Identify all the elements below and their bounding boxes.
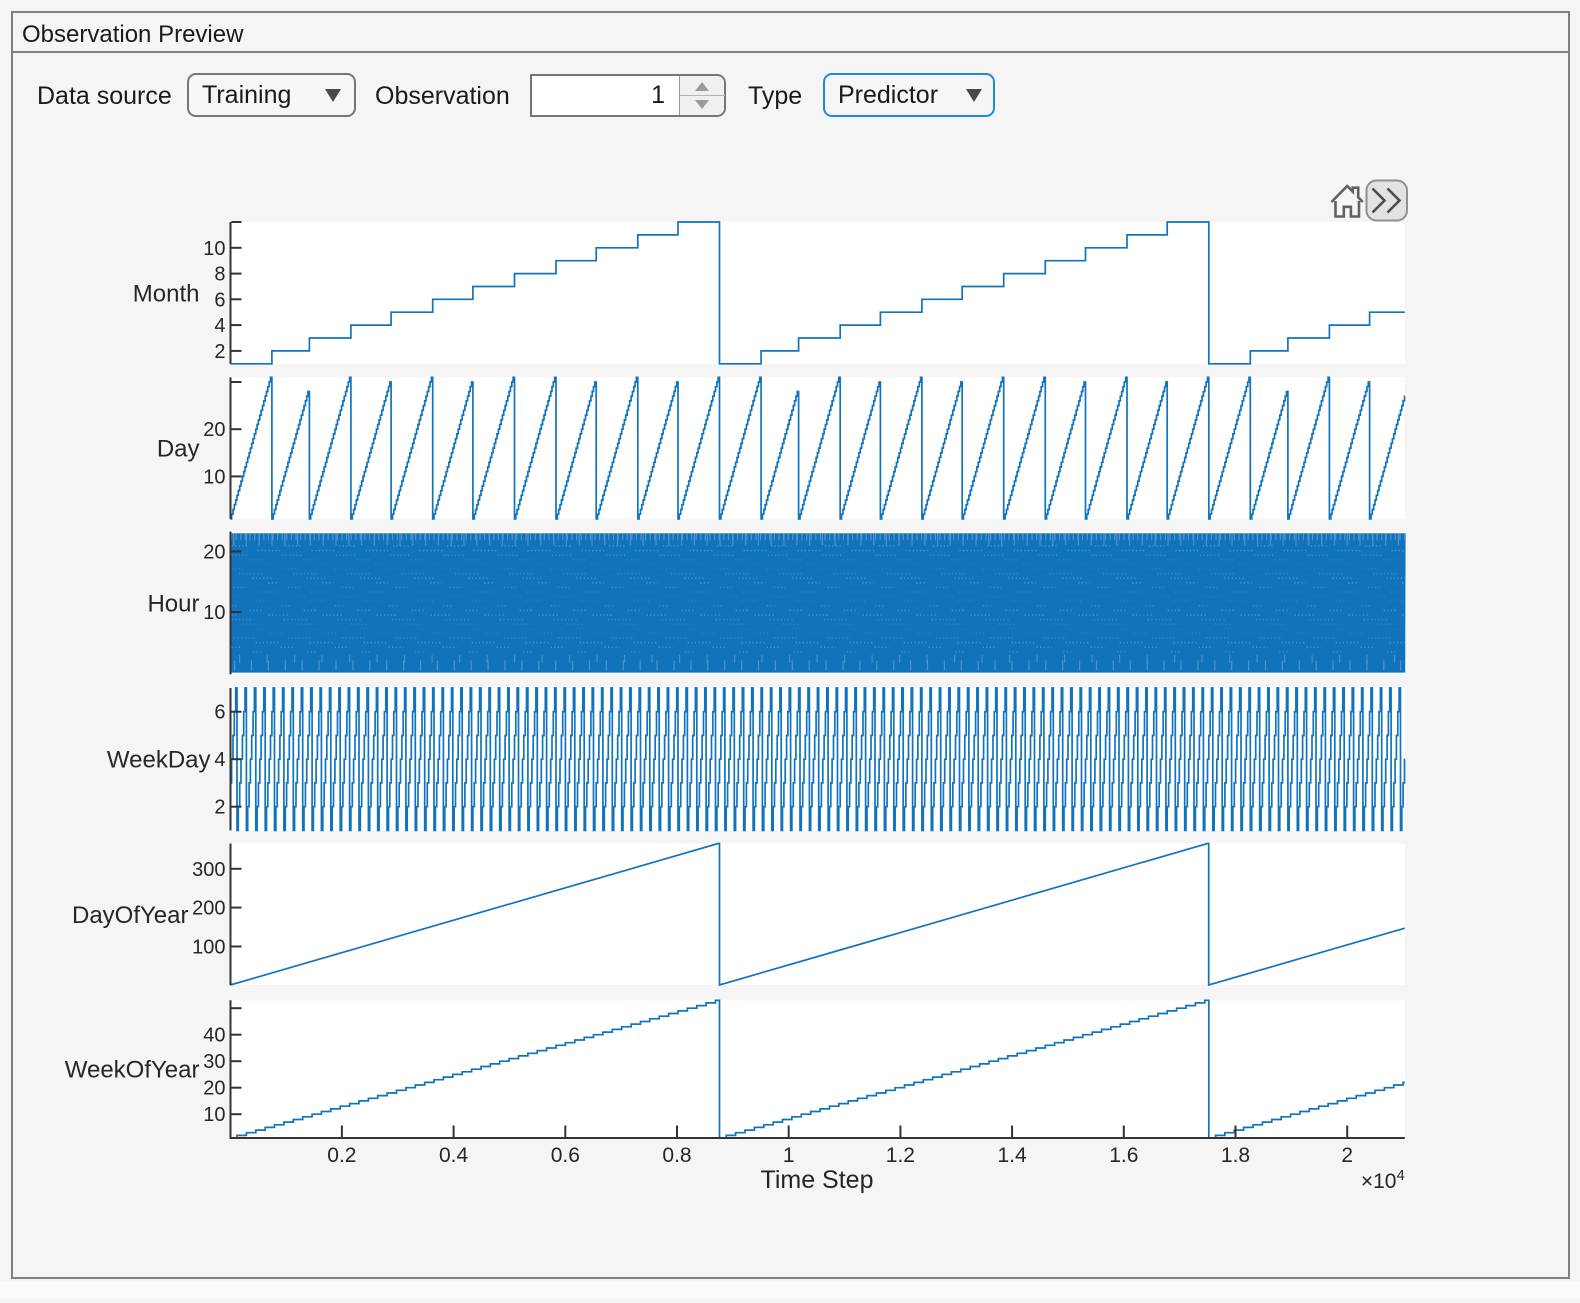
svg-text:1.8: 1.8 [1221,1144,1250,1167]
svg-text:0.8: 0.8 [662,1144,691,1167]
svg-text:20: 20 [203,1078,225,1100]
svg-text:10: 10 [203,602,225,624]
svg-text:WeekDay: WeekDay [107,747,211,774]
svg-text:4: 4 [214,749,225,771]
svg-text:Month: Month [133,280,200,307]
svg-text:1.2: 1.2 [886,1144,915,1167]
svg-text:20: 20 [203,419,225,441]
svg-text:1: 1 [783,1144,795,1167]
svg-text:2: 2 [214,797,225,819]
svg-text:0.6: 0.6 [551,1144,580,1167]
svg-text:30: 30 [203,1051,225,1073]
svg-text:Hour: Hour [147,591,199,618]
svg-text:8: 8 [214,264,225,286]
svg-text:0.4: 0.4 [439,1144,469,1167]
svg-text:1.6: 1.6 [1109,1144,1138,1167]
svg-text:10: 10 [203,1104,225,1126]
svg-text:6: 6 [214,289,225,311]
svg-text:6: 6 [214,702,225,724]
svg-text:WeekOfYear: WeekOfYear [65,1057,200,1084]
svg-text:Day: Day [157,436,200,463]
svg-text:10: 10 [203,238,225,260]
svg-text:20: 20 [203,542,225,564]
svg-text:Time Step: Time Step [760,1166,873,1194]
svg-text:0.2: 0.2 [327,1144,356,1167]
svg-text:DayOfYear: DayOfYear [72,902,189,929]
svg-text:1.4: 1.4 [997,1144,1027,1167]
svg-text:100: 100 [192,937,225,959]
svg-text:2: 2 [214,341,225,363]
svg-text:300: 300 [192,859,225,881]
svg-text:200: 200 [192,898,225,920]
svg-text:10: 10 [203,466,225,488]
svg-text:40: 40 [203,1025,225,1047]
svg-text:×104: ×104 [1361,1167,1405,1193]
svg-text:4: 4 [214,315,225,337]
svg-text:2: 2 [1341,1144,1353,1167]
